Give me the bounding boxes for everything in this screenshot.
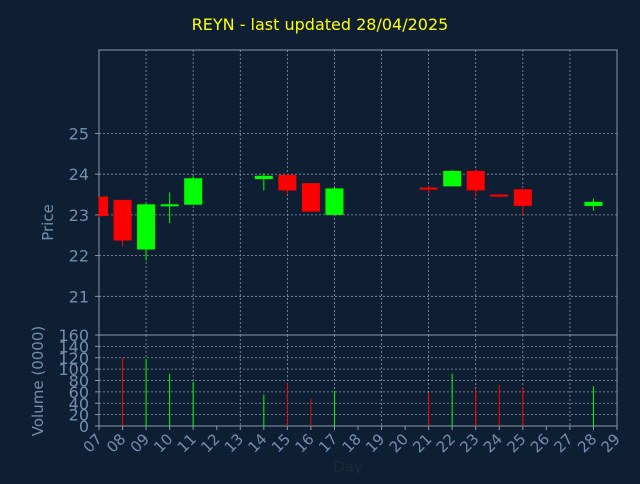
price-axis-label: Price: [39, 204, 57, 241]
x-tick-label: 13: [221, 430, 247, 456]
x-tick-label: 22: [433, 430, 459, 456]
x-tick-label: 17: [315, 430, 341, 456]
candle-16: [301, 183, 320, 212]
candle-28: [584, 198, 603, 211]
candle-body: [113, 199, 132, 241]
candle-body: [254, 175, 273, 180]
x-tick-label: 26: [527, 430, 553, 456]
x-tick-label: 09: [127, 430, 153, 456]
candle-body: [466, 170, 485, 191]
candle-body: [99, 196, 108, 217]
volume-axis-label: Volume (0000): [29, 326, 47, 436]
chart-figure: REYN - last updated 28/04/2025 21 22 23 24 2…: [0, 0, 640, 480]
x-tick-label: 18: [339, 430, 365, 456]
candle-10: [160, 192, 179, 224]
chart-canvas: 2122232425020406080100120140160070809101…: [29, 49, 624, 476]
candle-09: [137, 202, 156, 261]
candle-body: [584, 201, 603, 206]
x-tick-label: 28: [574, 430, 600, 456]
candle-body: [184, 178, 203, 205]
x-tick-label: 15: [268, 430, 294, 456]
candle-body: [278, 174, 297, 191]
x-tick-label: 11: [174, 430, 200, 456]
x-tick-label: 10: [150, 430, 176, 456]
candle-body: [325, 188, 344, 215]
x-tick-label: 12: [197, 430, 223, 456]
candle-21: [419, 185, 438, 195]
x-tick-label: 29: [598, 430, 624, 456]
x-tick-label: 08: [103, 430, 129, 456]
candle-15: [278, 174, 297, 195]
price-tick-label: 21: [69, 287, 89, 306]
x-tick-label: 21: [409, 430, 435, 456]
x-tick-label: 23: [456, 430, 482, 456]
candle-17: [325, 187, 344, 215]
candle-07: [98, 196, 108, 217]
candle-25: [513, 189, 532, 216]
price-tick-label: 24: [69, 165, 89, 184]
candle-body: [513, 189, 532, 206]
x-tick-label: 14: [244, 430, 270, 456]
x-axis-label: Day: [333, 458, 363, 476]
price-tick-label: 25: [69, 124, 89, 143]
x-tick-label: 20: [386, 430, 412, 456]
chart-title: REYN - last updated 28/04/2025: [191, 15, 449, 34]
price-panel-frame: [98, 49, 618, 336]
candle-11: [184, 176, 203, 205]
candle-body: [490, 194, 509, 197]
x-tick-label: 16: [292, 430, 318, 456]
candle-14: [254, 173, 273, 191]
candle-body: [160, 204, 179, 207]
price-tick-label: 23: [69, 206, 89, 225]
x-tick-label: 27: [551, 430, 577, 456]
candle-24: [490, 194, 509, 198]
candle-23: [466, 169, 485, 197]
x-tick-label: 19: [362, 430, 388, 456]
candle-08: [113, 199, 132, 247]
candle-body: [443, 170, 462, 187]
x-tick-label: 25: [503, 430, 529, 456]
candle-body: [419, 187, 438, 190]
price-tick-label: 22: [69, 247, 89, 266]
candle-22: [443, 170, 462, 187]
x-tick-label: 24: [480, 430, 506, 456]
candle-body: [301, 183, 320, 212]
volume-tick-label: 160: [58, 326, 89, 345]
candle-body: [137, 204, 156, 250]
